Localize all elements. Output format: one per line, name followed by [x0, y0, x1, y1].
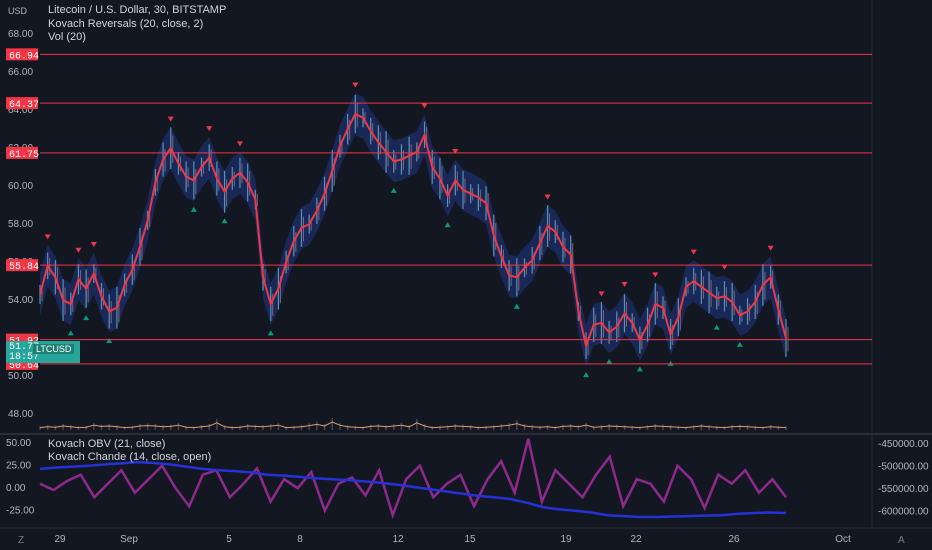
buy-marker — [636, 366, 643, 372]
sell-marker — [621, 281, 628, 287]
buy-marker — [67, 330, 74, 336]
osc-right-tick: -450000.00 — [878, 439, 929, 450]
level-label: 64.37 — [9, 100, 39, 111]
x-tick-label: 8 — [297, 534, 303, 545]
sell-marker — [236, 141, 243, 147]
sell-marker — [75, 247, 82, 253]
indicator-kovach-reversals[interactable]: Kovach Reversals (20, close, 2) — [48, 18, 203, 30]
sell-marker — [206, 126, 213, 132]
buy-marker — [390, 187, 397, 193]
osc-right-tick: -500000.00 — [878, 462, 929, 473]
buy-marker — [667, 360, 674, 366]
sell-marker — [352, 82, 359, 88]
currency-label: USD — [8, 6, 28, 16]
sell-marker — [652, 272, 659, 278]
buy-marker — [606, 358, 613, 364]
sell-marker — [544, 194, 551, 200]
sell-marker — [44, 234, 51, 240]
osc-left-tick: 0.00 — [6, 483, 26, 494]
x-tick-label: 19 — [560, 534, 572, 545]
x-tick-label: 29 — [54, 534, 66, 545]
y-tick-label: 50.00 — [8, 371, 33, 382]
buy-marker — [221, 218, 228, 224]
level-label: 66.94 — [9, 51, 39, 62]
auto-scale-button[interactable]: A — [898, 535, 905, 546]
sell-marker — [167, 116, 174, 122]
buy-marker — [106, 337, 113, 343]
indicator-kovach-chande[interactable]: Kovach Chande (14, close, open) — [48, 451, 211, 463]
y-tick-label: 60.00 — [8, 181, 33, 192]
osc-right-tick: -600000.00 — [878, 507, 929, 518]
buy-marker — [444, 222, 451, 228]
sell-marker — [90, 241, 97, 247]
buy-marker — [267, 330, 274, 336]
chart-title[interactable]: Litecoin / U.S. Dollar, 30, BITSTAMP — [48, 4, 226, 16]
y-tick-label: 58.00 — [8, 219, 33, 230]
osc-left-tick: 50.00 — [6, 438, 31, 449]
zoom-toggle-button[interactable]: Z — [18, 535, 24, 546]
y-tick-label: 54.00 — [8, 295, 33, 306]
x-tick-label: 5 — [226, 534, 232, 545]
buy-marker — [736, 341, 743, 347]
level-label: 61.75 — [9, 150, 39, 161]
x-tick-label: Sep — [120, 534, 138, 545]
y-tick-label: 48.00 — [8, 409, 33, 420]
sell-marker — [767, 245, 774, 251]
sell-marker — [598, 291, 605, 297]
osc-left-tick: 25.00 — [6, 461, 31, 472]
buy-marker — [513, 303, 520, 309]
x-tick-label: 12 — [392, 534, 404, 545]
obv-line — [39, 460, 787, 519]
sell-marker — [421, 103, 428, 109]
osc-right-tick: -550000.00 — [878, 484, 929, 495]
x-tick-label: 26 — [728, 534, 740, 545]
buy-marker — [583, 372, 590, 378]
ticker-symbol: LTCUSD — [33, 344, 75, 354]
level-label: 55.84 — [9, 262, 39, 273]
x-tick-label: 15 — [464, 534, 476, 545]
osc-left-tick: -25.00 — [6, 506, 35, 517]
volume-ma-line — [39, 421, 787, 429]
y-tick-label: 66.00 — [8, 67, 33, 78]
indicator-volume[interactable]: Vol (20) — [48, 31, 86, 43]
sell-marker — [690, 249, 697, 255]
x-tick-label: Oct — [835, 534, 851, 545]
x-tick-label: 22 — [630, 534, 642, 545]
buy-marker — [190, 206, 197, 212]
ticker-badge[interactable]: 51.77 18:57 LTCUSD — [6, 341, 80, 363]
y-tick-label: 68.00 — [8, 29, 33, 40]
indicator-kovach-obv[interactable]: Kovach OBV (21, close) — [48, 438, 165, 450]
buy-marker — [713, 324, 720, 330]
price-chart[interactable]: 48.0050.0052.0054.0056.0058.0060.0062.00… — [0, 0, 932, 550]
buy-marker — [83, 315, 90, 321]
